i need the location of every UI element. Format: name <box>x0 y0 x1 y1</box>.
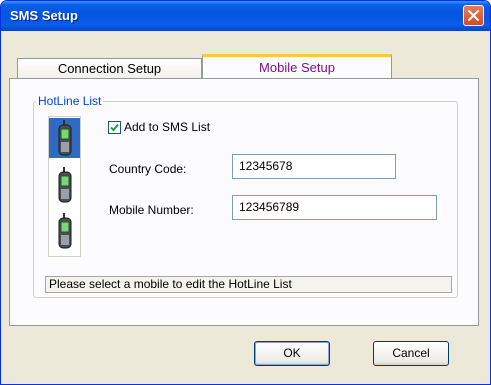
phone-list-item[interactable] <box>49 165 80 205</box>
hotline-list-legend: HotLine List <box>36 94 104 108</box>
phone-list-item[interactable] <box>49 118 80 158</box>
status-message: Please select a mobile to edit the HotLi… <box>45 276 452 293</box>
ok-button[interactable]: OK <box>254 341 330 366</box>
title-bar[interactable]: SMS Setup <box>1 1 490 31</box>
window-title: SMS Setup <box>10 8 78 23</box>
mobile-number-field[interactable]: 123456789 <box>232 195 437 220</box>
country-code-field[interactable]: 12345678 <box>232 154 396 179</box>
close-icon <box>468 10 479 21</box>
close-button[interactable] <box>463 5 484 26</box>
mobile-phone-icon <box>58 120 72 156</box>
add-to-sms-list-label: Add to SMS List <box>124 120 211 134</box>
mobile-phone-icon <box>58 167 72 203</box>
add-to-sms-list-checkbox[interactable] <box>108 121 121 134</box>
phone-list-item[interactable] <box>49 211 80 251</box>
tab-connection-setup[interactable]: Connection Setup <box>17 58 202 79</box>
country-code-label: Country Code: <box>109 162 187 176</box>
cancel-button[interactable]: Cancel <box>373 341 449 366</box>
hotline-phone-list[interactable] <box>48 116 81 257</box>
mobile-phone-icon <box>58 213 72 249</box>
tab-mobile-setup[interactable]: Mobile Setup <box>202 54 392 78</box>
checkmark-icon <box>110 123 119 132</box>
mobile-number-label: Mobile Number: <box>109 203 194 217</box>
